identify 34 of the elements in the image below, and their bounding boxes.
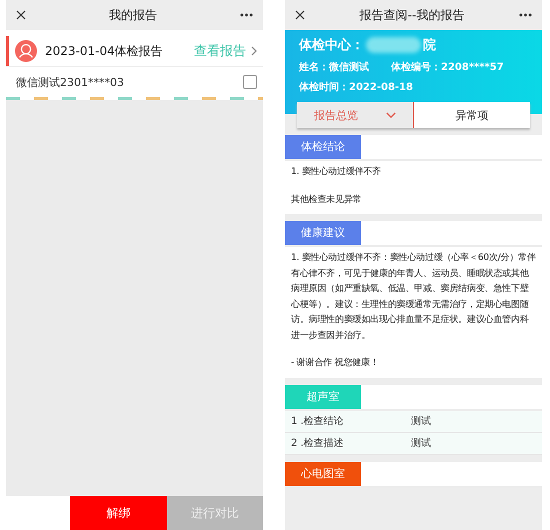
paragraph: 1. 窦性心动过缓伴不齐：窦性心动过缓（心率＜60次/分）常伴有心律不齐，可见于健康的年青人、运动员、睡眠状态或其他病理原因（如严重缺氧、低温、甲减、窦房结病变、急性下壁心梗等）。建议：生理性的窦缓通常无需治疗，定期心电图随访。病理性的窦缓如出现心排血量不足症状。建议心血管内科进一步查因并治疗。 — [290, 252, 537, 342]
center-name: 院 — [423, 36, 436, 54]
unbind-button[interactable]: 解绑 — [70, 496, 166, 530]
page-title: 我的报告 — [108, 6, 158, 24]
tab[interactable]: 报告总览 — [297, 102, 414, 128]
patient-name: 姓名：微信测试 — [299, 60, 369, 74]
member-name: 微信测试2301****03 — [16, 74, 124, 90]
section-tag: 体检结论 — [285, 135, 361, 159]
more-icon[interactable] — [240, 13, 253, 17]
report-title: 2023-01-04体检报告 — [45, 42, 164, 60]
table-cell-text: 测试 — [411, 436, 431, 450]
tab[interactable]: 异常项 — [414, 102, 530, 128]
exam-number: 体检编号：2208****57 — [391, 60, 504, 74]
table-cell-text: 测试 — [411, 414, 431, 428]
section-tag: 健康建议 — [285, 221, 361, 245]
chevron-right-icon — [251, 46, 257, 56]
section-tag: 超声室 — [285, 384, 361, 408]
page-title: 报告查阅--我的报告 — [358, 6, 466, 24]
view-report-link[interactable]: 查看报告 — [194, 42, 246, 60]
paragraph: - 谢谢合作 祝您健康！ — [290, 356, 380, 370]
close-icon[interactable] — [16, 10, 26, 20]
section-tag: 心电图室 — [285, 462, 361, 486]
paragraph: 1. 窦性心动过缓伴不齐 — [290, 166, 382, 179]
user-avatar-icon — [15, 40, 37, 62]
checkbox[interactable] — [243, 75, 257, 89]
chevron-down-icon — [386, 112, 396, 118]
exam-date: 体检时间：2022-08-18 — [299, 80, 413, 94]
paragraph: 其他检查未见异常 — [290, 194, 362, 206]
center-label: 体检中心： — [299, 36, 364, 54]
table-cell-text: 2 .检查描述 — [291, 436, 345, 450]
close-icon[interactable] — [295, 10, 305, 20]
more-icon[interactable] — [519, 13, 532, 17]
blurred-text — [366, 37, 421, 53]
table-cell-text: 1 .检查结论 — [291, 414, 345, 428]
